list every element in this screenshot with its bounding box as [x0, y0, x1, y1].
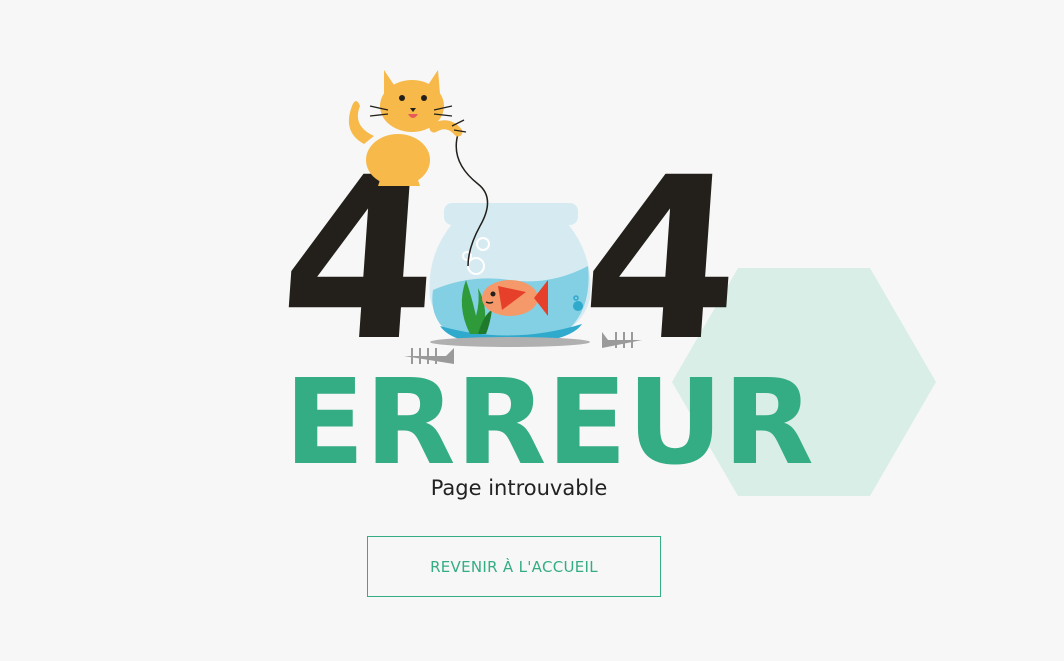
cat-icon — [348, 70, 467, 186]
error-page: 4 4 ERREUR Page introuvable REVENIR À L'… — [0, 0, 1064, 661]
cat-fishbowl-illustration — [348, 70, 642, 364]
error-subtitle: Page introuvable — [430, 476, 608, 500]
error-title: ERREUR — [284, 353, 814, 491]
fishbowl-icon — [429, 203, 591, 347]
back-to-home-button[interactable]: REVENIR À L'ACCUEIL — [367, 536, 661, 597]
